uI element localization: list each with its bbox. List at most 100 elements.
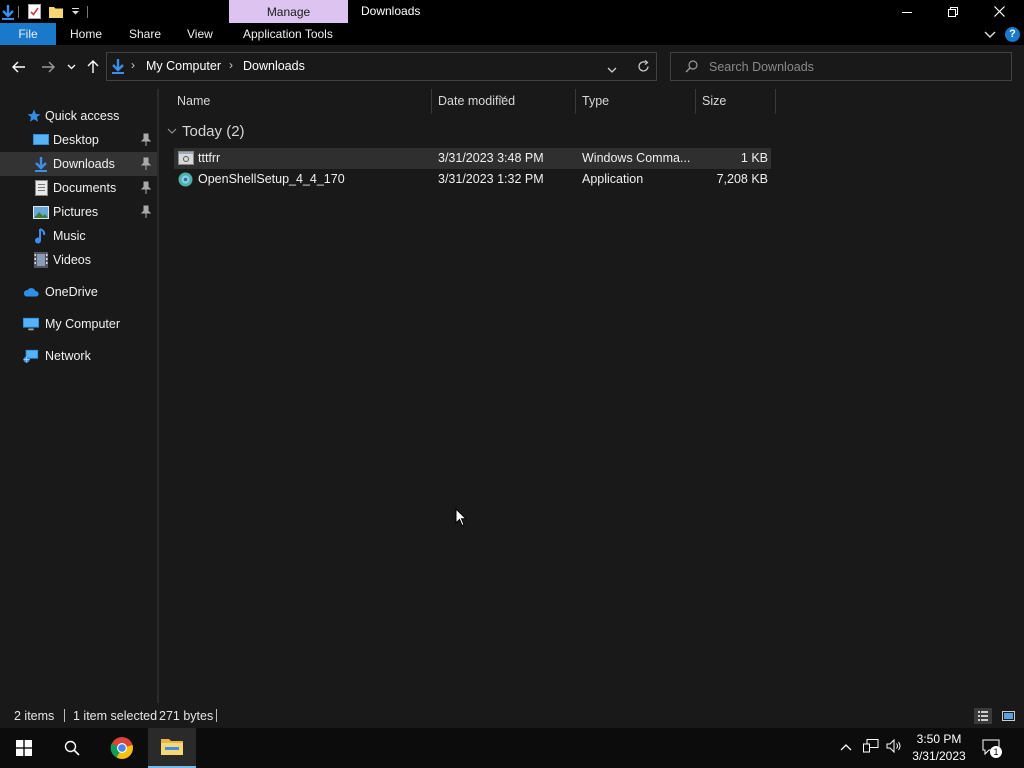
group-header-today[interactable]: Today (2) xyxy=(167,123,245,140)
nav-item-quick-access[interactable]: Quick access xyxy=(0,104,157,128)
search-icon xyxy=(64,740,80,756)
search-input[interactable] xyxy=(709,58,999,76)
chevron-up-icon xyxy=(840,744,852,751)
large-icons-view-button[interactable] xyxy=(999,708,1017,724)
openshell-app-icon xyxy=(178,172,193,190)
up-button[interactable] xyxy=(82,56,104,78)
column-header-name[interactable]: Name xyxy=(177,89,210,114)
help-button[interactable]: ? xyxy=(1005,27,1020,42)
file-name: OpenShellSetup_4_4_170 xyxy=(198,172,345,186)
recent-locations-button[interactable] xyxy=(62,56,80,78)
tab-share[interactable]: Share xyxy=(129,23,161,45)
star-icon xyxy=(26,108,42,124)
breadcrumb-my-computer[interactable]: My Computer xyxy=(146,59,221,73)
show-hidden-icons-button[interactable] xyxy=(840,739,852,754)
quick-access-toolbar xyxy=(0,0,88,23)
volume-icon[interactable] xyxy=(886,738,902,756)
address-history-button[interactable] xyxy=(607,63,617,77)
mouse-cursor-icon xyxy=(455,508,467,527)
customize-qat-icon[interactable] xyxy=(69,0,81,23)
file-explorer-taskbar-button[interactable] xyxy=(148,728,196,768)
nav-item-label: Network xyxy=(45,349,91,363)
file-list: Name Date modified Type Size Today (2) t… xyxy=(159,89,1024,703)
taskbar: 3:50 PM 3/31/2023 1 xyxy=(0,728,1024,768)
column-divider[interactable] xyxy=(431,89,432,114)
nav-item-label: Documents xyxy=(53,181,117,195)
pin-icon xyxy=(140,133,152,146)
column-divider[interactable] xyxy=(775,89,776,114)
clock[interactable]: 3:50 PM 3/31/2023 xyxy=(906,731,972,765)
restore-button[interactable] xyxy=(930,0,976,23)
column-divider[interactable] xyxy=(575,89,576,114)
windows-logo-icon xyxy=(16,740,32,756)
downloads-folder-icon[interactable] xyxy=(0,0,16,23)
refresh-icon xyxy=(638,60,649,72)
refresh-button[interactable] xyxy=(637,60,650,76)
new-folder-icon[interactable] xyxy=(49,0,63,23)
forward-button[interactable] xyxy=(37,56,59,78)
minimize-icon xyxy=(902,11,912,13)
details-view-button[interactable] xyxy=(974,708,992,724)
chrome-icon xyxy=(110,737,133,759)
folder-icon xyxy=(161,739,183,755)
tab-application-tools[interactable]: Application Tools xyxy=(243,23,333,45)
nav-item-downloads[interactable]: Downloads xyxy=(0,152,157,176)
nav-item-label: Videos xyxy=(53,253,91,267)
close-button[interactable] xyxy=(976,0,1022,23)
tab-file[interactable]: File xyxy=(0,23,56,45)
properties-icon[interactable] xyxy=(27,0,41,23)
file-type: Windows Comma... xyxy=(582,151,691,165)
search-icon xyxy=(685,60,698,76)
start-button[interactable] xyxy=(0,728,48,768)
minimize-button[interactable] xyxy=(884,0,930,23)
tab-manage[interactable]: Manage xyxy=(229,0,348,23)
nav-item-label: Pictures xyxy=(53,205,99,219)
computer-icon xyxy=(23,316,39,332)
status-selected-size: 271 bytes xyxy=(159,709,214,723)
file-row[interactable]: tttfrr 3/31/2023 3:48 PM Windows Comma..… xyxy=(174,148,771,169)
music-icon xyxy=(33,228,49,244)
nav-item-my-computer[interactable]: My Computer xyxy=(0,312,157,336)
address-bar[interactable]: › My Computer › Downloads xyxy=(106,52,657,81)
search-taskbar-button[interactable] xyxy=(48,728,96,768)
breadcrumb-separator[interactable]: › xyxy=(229,58,233,72)
nav-item-music[interactable]: Music xyxy=(0,224,157,248)
chrome-taskbar-button[interactable] xyxy=(98,728,146,768)
network-tray-icon[interactable] xyxy=(863,739,879,756)
desktop-icon xyxy=(33,132,49,148)
file-size: 7,208 KB xyxy=(716,172,768,186)
qat-divider xyxy=(87,5,88,18)
nav-item-pictures[interactable]: Pictures xyxy=(0,200,157,224)
notification-count-badge: 1 xyxy=(990,746,1002,758)
status-item-count: 2 items xyxy=(14,709,55,723)
nav-item-desktop[interactable]: Desktop xyxy=(0,128,157,152)
nav-item-videos[interactable]: Videos xyxy=(0,248,157,272)
file-date: 3/31/2023 1:32 PM xyxy=(438,172,544,186)
breadcrumb-downloads[interactable]: Downloads xyxy=(243,59,305,73)
action-center-button[interactable]: 1 xyxy=(982,739,1002,758)
nav-item-onedrive[interactable]: OneDrive xyxy=(0,280,157,304)
expand-ribbon-button[interactable] xyxy=(984,28,996,43)
file-size: 1 KB xyxy=(740,151,768,165)
restore-icon xyxy=(948,6,958,17)
back-button[interactable] xyxy=(8,56,30,78)
file-row[interactable]: OpenShellSetup_4_4_170 3/31/2023 1:32 PM… xyxy=(174,169,771,190)
search-box[interactable] xyxy=(670,52,1012,81)
column-header-size[interactable]: Size xyxy=(702,89,726,114)
arrow-up-icon xyxy=(87,60,99,73)
column-divider[interactable] xyxy=(695,89,696,114)
navigation-pane: Quick access Desktop Downloads Documents… xyxy=(0,89,157,703)
nav-item-documents[interactable]: Documents xyxy=(0,176,157,200)
chevron-down-icon xyxy=(984,31,996,38)
breadcrumb-separator[interactable]: › xyxy=(131,58,135,72)
download-icon xyxy=(111,58,125,77)
column-header-type[interactable]: Type xyxy=(582,89,609,114)
tab-view[interactable]: View xyxy=(187,23,213,45)
documents-icon xyxy=(33,180,49,196)
cloud-icon xyxy=(23,284,39,300)
nav-item-network[interactable]: Network xyxy=(0,344,157,368)
title-bar: Manage Downloads xyxy=(0,0,1024,23)
chevron-down-icon xyxy=(167,128,177,134)
ribbon-tabs: File Home Share View Application Tools ? xyxy=(0,23,1024,45)
tab-home[interactable]: Home xyxy=(70,23,102,45)
